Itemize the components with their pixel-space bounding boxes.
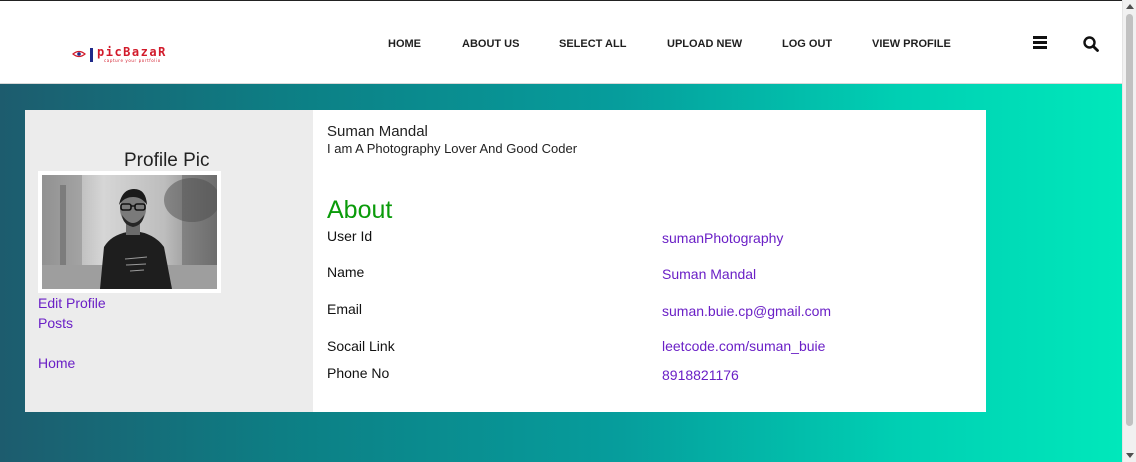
profile-card: Profile Pic Edit Profile Posts Home Suma… (25, 110, 986, 412)
about-heading: About (327, 196, 393, 224)
profile-name: Suman Mandal (327, 123, 428, 140)
nav-select-all[interactable]: SELECT ALL (559, 38, 626, 50)
profile-details: Suman Mandal I am A Photography Lover An… (313, 110, 986, 412)
scroll-thumb[interactable] (1126, 14, 1133, 426)
edit-profile-link[interactable]: Edit Profile (38, 295, 106, 311)
top-navbar: picBazaR capture your portfolio HOME ABO… (0, 0, 1122, 84)
logo-divider (90, 48, 93, 62)
nav-upload-new[interactable]: UPLOAD NEW (667, 38, 742, 50)
logo-text: picBazaR (97, 45, 167, 59)
scroll-down-arrow-icon[interactable] (1126, 453, 1134, 458)
hamburger-menu-icon[interactable] (1033, 36, 1047, 49)
profile-photo-frame (38, 171, 221, 293)
logo-tagline: capture your portfolio (104, 58, 161, 63)
profile-bio: I am A Photography Lover And Good Coder (327, 141, 578, 156)
phone-label: Phone No (327, 365, 390, 381)
profile-sidebar: Profile Pic Edit Profile Posts Home (25, 110, 313, 412)
email-label: Email (327, 301, 363, 317)
social-link-value[interactable]: leetcode.com/suman_buie (662, 338, 825, 354)
eye-icon (72, 50, 86, 58)
email-value[interactable]: suman.buie.cp@gmail.com (662, 303, 831, 319)
vertical-scrollbar[interactable] (1122, 0, 1136, 462)
profile-background: Profile Pic Edit Profile Posts Home Suma… (0, 84, 1122, 462)
home-link[interactable]: Home (38, 355, 75, 371)
name-label: Name (327, 264, 365, 280)
nav-about-us[interactable]: ABOUT US (462, 38, 519, 50)
name-value: Suman Mandal (662, 266, 757, 282)
user-id-label: User Id (327, 228, 373, 244)
search-icon[interactable] (1082, 35, 1100, 53)
social-link-label: Socail Link (327, 338, 395, 354)
nav-view-profile[interactable]: VIEW PROFILE (872, 38, 951, 50)
profile-photo (42, 175, 217, 289)
scroll-up-arrow-icon[interactable] (1126, 4, 1134, 9)
nav-log-out[interactable]: LOG OUT (782, 38, 832, 50)
user-id-value: sumanPhotography (662, 230, 784, 246)
posts-link[interactable]: Posts (38, 315, 73, 331)
profile-pic-heading: Profile Pic (124, 150, 210, 171)
nav-home[interactable]: HOME (388, 38, 421, 50)
phone-value: 8918821176 (662, 367, 739, 383)
